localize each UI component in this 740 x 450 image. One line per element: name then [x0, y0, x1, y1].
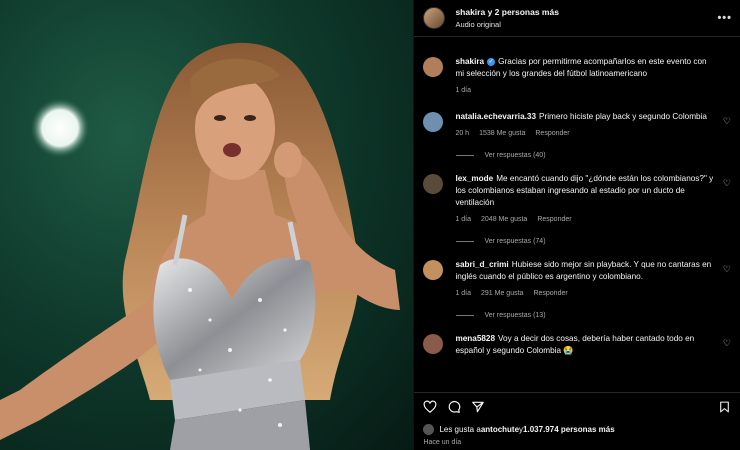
- more-horizontal-icon[interactable]: •••: [717, 12, 732, 24]
- comment-username[interactable]: shakira: [455, 57, 484, 66]
- comment-likes[interactable]: 291 Me gusta: [481, 290, 523, 297]
- reply-button[interactable]: Responder: [537, 216, 571, 223]
- comment-username[interactable]: mena5828: [455, 334, 495, 343]
- comment-time: 1 día: [455, 87, 472, 94]
- comment-time: 1 día: [455, 216, 472, 223]
- liker-username[interactable]: antochute: [481, 425, 519, 434]
- avatar[interactable]: [423, 112, 444, 132]
- comment-username[interactable]: natalia.echevarria.33: [455, 112, 536, 121]
- action-bar: [414, 392, 740, 421]
- post-authors[interactable]: shakira y 2 personas más: [455, 7, 717, 17]
- comment-likes[interactable]: 1538 Me gusta: [479, 130, 525, 137]
- view-replies-button[interactable]: Ver respuestas (13): [456, 312, 740, 319]
- verified-badge-icon: ✓: [487, 57, 496, 66]
- view-replies-button[interactable]: Ver respuestas (40): [456, 152, 740, 159]
- comment-time: 1 día: [455, 290, 472, 297]
- reply-button[interactable]: Responder: [535, 130, 569, 137]
- avatar[interactable]: [423, 334, 444, 354]
- comment: sabri_d_crimi Hubiese sido mejor sin play…: [414, 259, 740, 300]
- comment-time: 20 h: [455, 130, 470, 137]
- avatar[interactable]: [423, 260, 444, 280]
- comment-text: Primero hiciste play back y segundo Colo…: [539, 112, 707, 121]
- comment: shakira ✓ Gracias por permitirme acompañar…: [414, 56, 740, 97]
- likes-summary[interactable]: Les gusta a antochute y 1.037.974 person…: [423, 424, 732, 435]
- view-replies-button[interactable]: Ver respuestas (74): [456, 238, 740, 245]
- heart-icon[interactable]: [423, 400, 437, 414]
- heart-icon[interactable]: ♡: [723, 116, 731, 127]
- performer-illustration: [0, 42, 400, 450]
- likes-prefix: Les gusta a: [439, 425, 481, 434]
- comment-username[interactable]: sabri_d_crimi: [455, 260, 508, 269]
- comment-likes[interactable]: 2048 Me gusta: [481, 216, 527, 223]
- heart-icon[interactable]: ♡: [723, 264, 731, 275]
- comment-icon[interactable]: [447, 400, 461, 414]
- author-avatar[interactable]: [423, 7, 446, 29]
- send-icon[interactable]: [471, 400, 485, 414]
- heart-icon[interactable]: ♡: [723, 338, 731, 349]
- post-photo[interactable]: [0, 0, 414, 450]
- comment-username[interactable]: lex_mode: [455, 174, 493, 183]
- bookmark-icon[interactable]: [718, 400, 731, 414]
- comment: lex_mode Me encantó cuando dijo "¿dónde e…: [414, 173, 740, 226]
- post-header: shakira y 2 personas más Audio original …: [414, 0, 740, 37]
- audio-label[interactable]: Audio original: [455, 20, 717, 29]
- liker-avatar: [423, 424, 435, 435]
- comments-panel: shakira y 2 personas más Audio original …: [413, 0, 740, 450]
- post-time: Hace un día: [423, 439, 462, 446]
- comment: natalia.echevarria.33 Primero hiciste pla…: [414, 111, 740, 140]
- comment-text: Me encantó cuando dijo "¿dónde están los…: [455, 174, 714, 207]
- heart-icon[interactable]: ♡: [723, 178, 731, 189]
- avatar[interactable]: [423, 174, 444, 194]
- reply-button[interactable]: Responder: [533, 290, 567, 297]
- avatar[interactable]: [423, 57, 444, 77]
- likes-count[interactable]: 1.037.974 personas más: [523, 425, 615, 434]
- comment: mena5828 Voy a decir dos cosas, debería h…: [414, 333, 740, 357]
- comment-list[interactable]: shakira ✓ Gracias por permitirme acompañar…: [414, 46, 740, 391]
